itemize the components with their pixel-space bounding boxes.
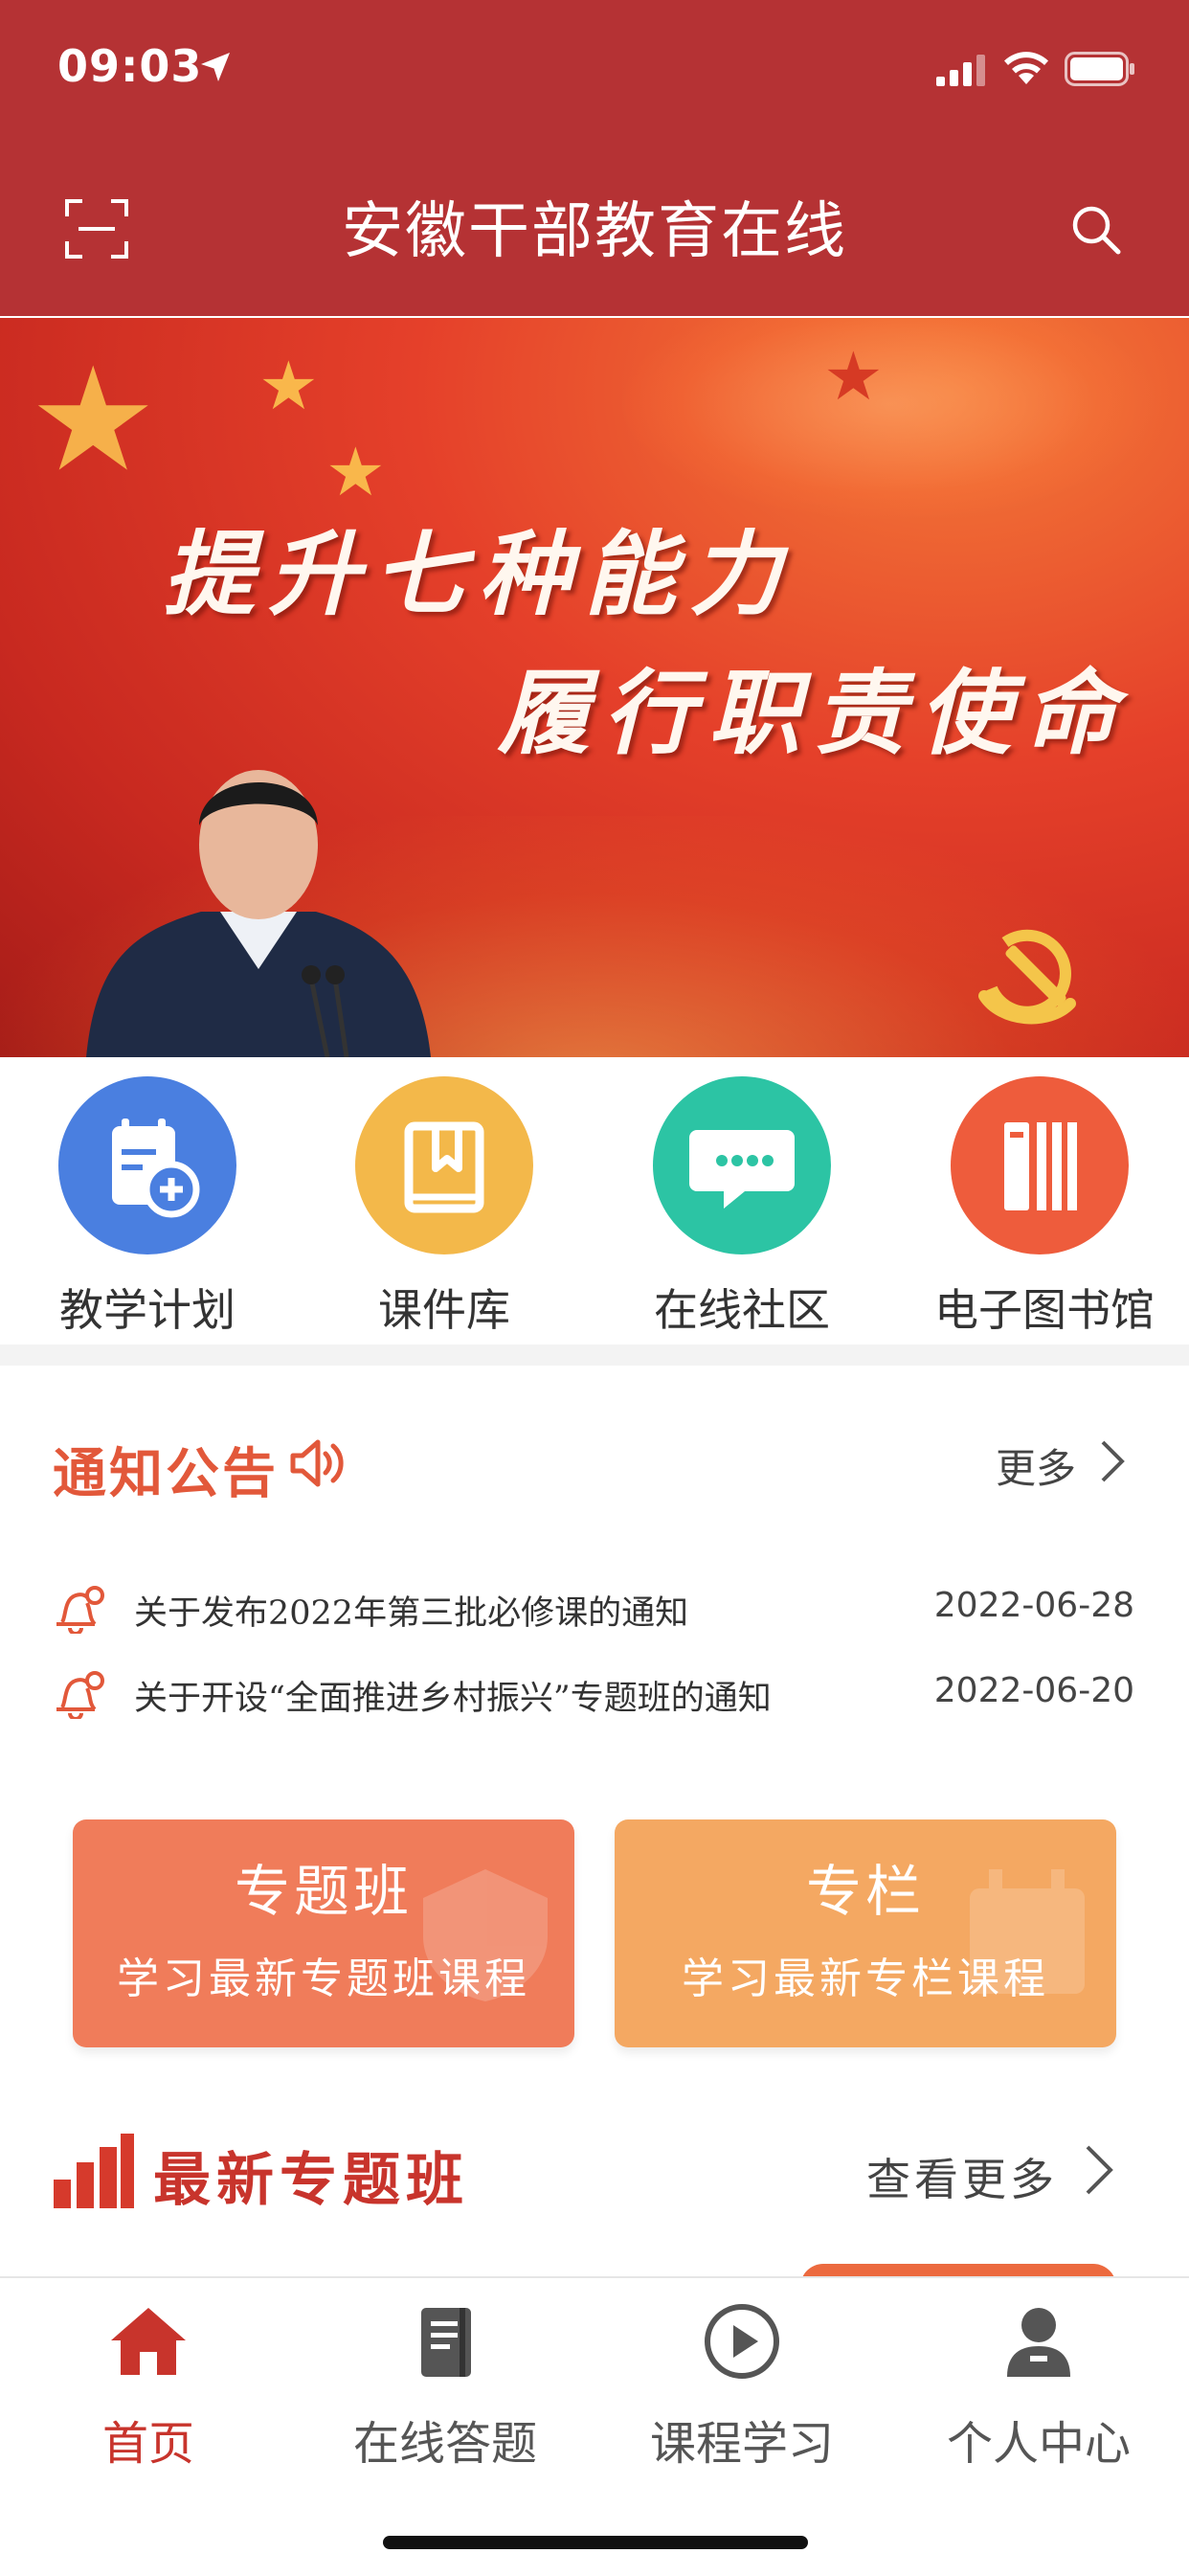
location-arrow-icon <box>201 53 230 81</box>
notice-section-title: 通知公告 <box>53 1443 279 1505</box>
bar-chart-icon <box>54 2134 134 2208</box>
section-divider <box>0 1344 1189 1366</box>
notebook-icon <box>421 2308 471 2377</box>
quick-menu-label: 电子图书馆 <box>934 1284 1155 1336</box>
chevron-right-icon[interactable] <box>1084 2143 1114 2197</box>
home-icon <box>111 2308 186 2375</box>
status-bar: 09:03 <box>0 0 1189 144</box>
status-time: 09:03 <box>57 40 203 92</box>
tab-label: 课程学习 <box>649 2417 834 2471</box>
quick-menu-label: 教学计划 <box>59 1284 236 1336</box>
party-emblem-icon <box>978 929 1076 1025</box>
search-icon[interactable] <box>1070 204 1122 256</box>
courseware-icon-circle <box>355 1076 533 1254</box>
tab-course-study[interactable]: 课程学习 <box>594 2298 890 2473</box>
bell-icon <box>56 1586 104 1634</box>
quick-menu-courseware[interactable]: 课件库 <box>339 1076 550 1336</box>
tab-label: 个人中心 <box>946 2417 1131 2471</box>
banner-headline-2: 履行职责使命 <box>498 659 1130 767</box>
banner-glow <box>622 318 1158 519</box>
tab-label: 首页 <box>101 2417 194 2471</box>
quick-menu-community[interactable]: 在线社区 <box>637 1076 847 1336</box>
home-indicator <box>383 2536 808 2549</box>
teaching-plan-icon-circle <box>58 1076 236 1254</box>
battery-icon <box>1065 52 1134 86</box>
banner-star-decoration: ★ <box>258 347 319 425</box>
quick-menu-label: 在线社区 <box>654 1284 830 1336</box>
tab-home[interactable]: 首页 <box>0 2298 297 2473</box>
speaker-icon <box>290 1439 344 1487</box>
page-title: 安徽干部教育在线 <box>342 196 847 267</box>
tab-personal-center[interactable]: 个人中心 <box>890 2298 1187 2473</box>
cellular-signal-icon <box>936 55 985 86</box>
person-icon <box>1007 2308 1070 2377</box>
library-icon <box>1004 1122 1077 1210</box>
latest-section-title: 最新专题班 <box>153 2147 469 2214</box>
community-icon-circle <box>653 1076 831 1254</box>
play-circle-icon <box>705 2304 779 2379</box>
latest-more-link[interactable]: 查看更多 <box>866 2145 1058 2208</box>
notice-more-link[interactable]: 更多 <box>996 1436 1076 1495</box>
library-icon-circle <box>951 1076 1129 1254</box>
promo-card-column[interactable]: 专栏 学习最新专栏课程 <box>615 1819 1116 2047</box>
tab-online-quiz[interactable]: 在线答题 <box>297 2298 594 2473</box>
promo-card-title: 专栏 <box>805 1859 925 1924</box>
notice-item-date: 2022-06-20 <box>933 1671 1134 1710</box>
notice-item-text: 关于开设“全面推进乡村振兴”专题班的通知 <box>134 1680 772 1718</box>
banner-carousel[interactable]: ★ ★ ★ ★ 提升七种能力 履行职责使命 <box>0 318 1189 1057</box>
banner-headline-1: 提升七种能力 <box>163 520 795 628</box>
banner-speaker-photo <box>86 770 431 1057</box>
banner-star-decoration: ★ <box>823 337 884 416</box>
promo-card-special-class[interactable]: 专题班 学习最新专题班课程 <box>73 1819 574 2047</box>
book-icon <box>404 1121 484 1213</box>
wifi-icon <box>1004 52 1048 84</box>
chevron-right-icon[interactable] <box>1099 1438 1126 1484</box>
promo-card-subtitle: 学习最新专栏课程 <box>682 1955 1049 2003</box>
promo-card-title: 专题班 <box>234 1859 413 1924</box>
notice-item[interactable]: 关于开设“全面推进乡村振兴”专题班的通知 2022-06-20 <box>53 1663 1134 1721</box>
chat-icon <box>689 1130 795 1209</box>
bell-icon <box>56 1671 104 1719</box>
promo-card-subtitle: 学习最新专题班课程 <box>117 1955 530 2003</box>
quick-menu-library[interactable]: 电子图书馆 <box>934 1076 1155 1336</box>
quick-menu-teaching-plan[interactable]: 教学计划 <box>42 1076 253 1336</box>
quick-menu-label: 课件库 <box>378 1284 510 1336</box>
notice-item-text: 关于发布2022年第三批必修课的通知 <box>134 1594 689 1633</box>
banner-star-decoration: ★ <box>29 337 158 504</box>
notice-item-date: 2022-06-28 <box>933 1586 1134 1625</box>
notice-item[interactable]: 关于发布2022年第三批必修课的通知 2022-06-28 <box>53 1578 1134 1636</box>
tab-label: 在线答题 <box>352 2417 537 2471</box>
calendar-plus-icon <box>112 1119 200 1218</box>
